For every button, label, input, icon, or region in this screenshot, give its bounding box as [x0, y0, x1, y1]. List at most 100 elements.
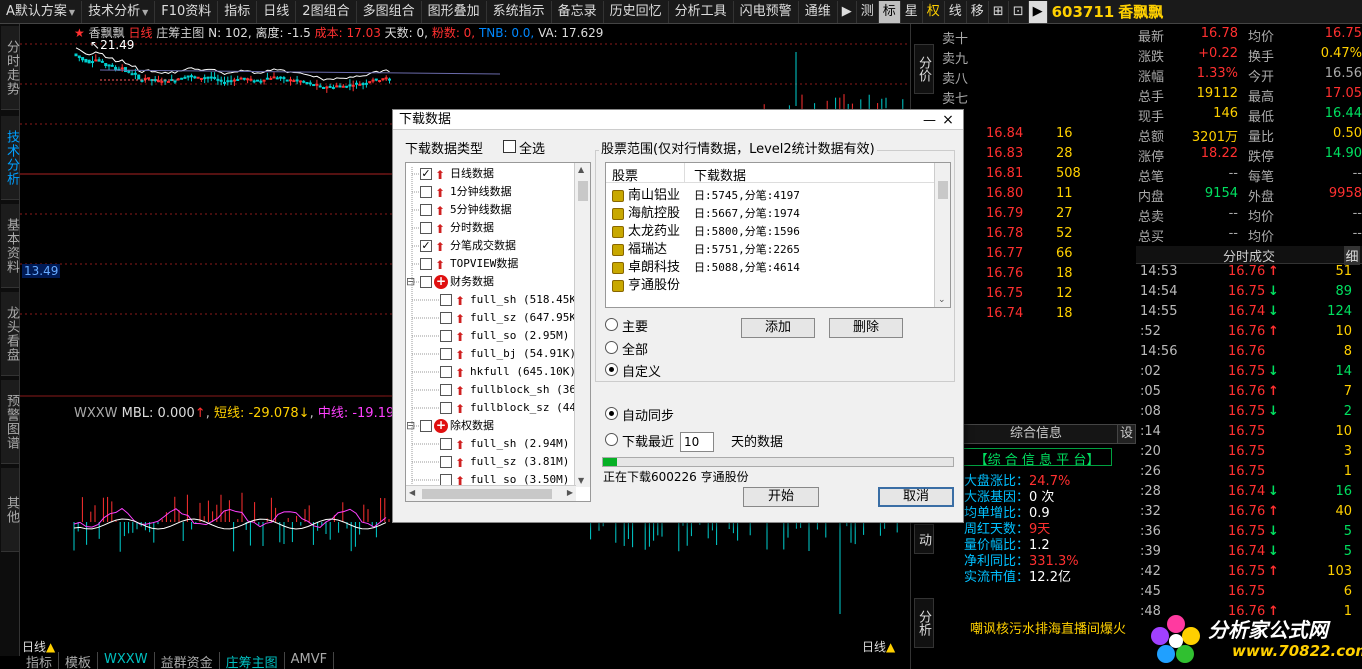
stock-list-row[interactable]: 南山铝业 日:5745,分笔:4197 [606, 187, 936, 205]
tree-hscroll-thumb[interactable] [422, 489, 552, 499]
stock-list-row[interactable]: 亨通股份 [606, 277, 936, 295]
bottom-tab-3[interactable]: 益群资金 [155, 652, 220, 669]
tree-node[interactable]: ⬆ fullblock_sh (36 [406, 381, 576, 399]
mode-button-0[interactable]: 测 [857, 0, 879, 23]
tree-node[interactable]: ⬆ 分时数据 [406, 219, 576, 237]
orderbook-row[interactable]: 16.77 66 [936, 246, 1136, 266]
tree-node[interactable]: ⬆ 1分钟线数据 [406, 183, 576, 201]
bottom-tab-1[interactable]: 模板 [59, 652, 99, 669]
data-col-header[interactable]: 下载数据 [694, 165, 746, 184]
toolbar-item-4[interactable]: 日线 [257, 0, 297, 23]
scroll-right-icon[interactable]: ▶ [567, 488, 573, 497]
mode-button-5[interactable]: 移 [967, 0, 989, 23]
radio-major[interactable] [605, 318, 618, 331]
tree-node[interactable]: ⬆ full_bj (54.91K) [406, 345, 576, 363]
minimize-icon[interactable]: — [923, 111, 937, 128]
scroll-down-icon[interactable]: ⌄ [938, 295, 946, 305]
tree-node[interactable]: ✓ ⬆ 日线数据 [406, 165, 576, 183]
scroll-up-icon[interactable]: ▲ [578, 165, 584, 174]
toolbar-item-6[interactable]: 多图组合 [357, 0, 422, 23]
tree-checkbox[interactable] [420, 276, 432, 288]
toolbar-item-7[interactable]: 图形叠加 [422, 0, 487, 23]
tree-checkbox[interactable] [420, 186, 432, 198]
axis-tab-analysis[interactable]: 分析 [914, 598, 934, 648]
tree-node[interactable]: ⬆ full_sz (647.95K) [406, 309, 583, 327]
tree-node[interactable]: ⊟ + 除权数据 [406, 417, 576, 435]
tree-scroll-thumb[interactable] [578, 181, 588, 201]
tree-checkbox[interactable] [440, 348, 452, 360]
left-tab-4[interactable]: 预警图谱 [1, 380, 19, 464]
left-tab-2[interactable]: 基本资料 [1, 204, 19, 288]
orderbook-row[interactable]: 16.84 16 [936, 126, 1136, 146]
tree-node[interactable]: ⬆ full_sh (2.94M) [406, 435, 576, 453]
tree-horizontal-scrollbar[interactable]: ◀ ▶ [406, 485, 576, 501]
orderbook-row[interactable]: 16.78 52 [936, 226, 1136, 246]
left-tab-1[interactable]: 技术分析 [1, 116, 19, 200]
tree-checkbox[interactable] [440, 384, 452, 396]
orderbook-row[interactable]: 16.83 28 [936, 146, 1136, 166]
bottom-tab-5[interactable]: AMVF [285, 652, 335, 669]
close-icon[interactable]: × [941, 110, 955, 128]
orderbook-row[interactable]: 16.75 12 [936, 286, 1136, 306]
collapse-icon[interactable]: ⊟ [406, 273, 415, 291]
cancel-button[interactable]: 取消 [878, 487, 954, 507]
tree-checkbox[interactable] [440, 312, 452, 324]
toolbar-item-10[interactable]: 历史回忆 [604, 0, 669, 23]
tree-checkbox[interactable] [440, 438, 452, 450]
toolbar-item-0[interactable]: A默认方案 ▼ [0, 0, 83, 23]
orderbook-row[interactable]: 16.80 11 [936, 186, 1136, 206]
toolbar-item-12[interactable]: 闪电预警 [734, 0, 799, 23]
tree-checkbox[interactable] [420, 222, 432, 234]
tree-node[interactable]: ⬆ full_sh (518.45K) [406, 291, 583, 309]
mode-button-4[interactable]: 线 [945, 0, 967, 23]
radio-custom[interactable] [605, 363, 618, 376]
add-button[interactable]: 添加 [741, 318, 815, 338]
layout-icon[interactable]: ⊡ [1009, 0, 1029, 23]
info-settings-button[interactable]: 设 [1117, 425, 1135, 443]
scroll-down-icon[interactable]: ▼ [578, 476, 584, 485]
stock-col-header[interactable]: 股票 [612, 165, 638, 184]
left-tab-5[interactable]: 其他 [1, 468, 19, 552]
orderbook-row[interactable]: 16.81 508 [936, 166, 1136, 186]
axis-tab-move[interactable]: 动 [914, 524, 934, 554]
detail-button[interactable]: 细 [1344, 246, 1360, 265]
toolbar-item-8[interactable]: 系统指示 [487, 0, 552, 23]
collapse-icon[interactable]: ⊟ [406, 417, 415, 435]
delete-button[interactable]: 删除 [829, 318, 903, 338]
window-icon[interactable]: ⊞ [989, 0, 1009, 23]
tree-node[interactable]: ⬆ hkfull (645.10K) [406, 363, 576, 381]
stock-list-scrollbar[interactable]: ⌄ [934, 163, 950, 307]
stock-list-row[interactable]: 卓朗科技 日:5088,分笔:4614 [606, 259, 936, 277]
stock-list-scroll-thumb[interactable] [938, 181, 948, 199]
scroll-left-icon[interactable]: ◀ [409, 488, 415, 497]
tree-vertical-scrollbar[interactable]: ▲ ▼ [574, 163, 590, 487]
tree-checkbox[interactable] [440, 456, 452, 468]
select-all-checkbox[interactable] [503, 140, 516, 153]
radio-auto-sync[interactable] [605, 407, 618, 420]
tree-checkbox[interactable] [420, 204, 432, 216]
mode-button-3[interactable]: 权 [923, 0, 945, 23]
tree-node[interactable]: ⬆ full_sz (3.81M) [406, 453, 576, 471]
stock-list-row[interactable]: 海航控股 日:5667,分笔:1974 [606, 205, 936, 223]
tree-checkbox[interactable] [420, 420, 432, 432]
toolbar-item-2[interactable]: F10资料 [155, 0, 219, 23]
tree-node[interactable]: ⊟ + 财务数据 [406, 273, 576, 291]
toolbar-item-11[interactable]: 分析工具 [669, 0, 734, 23]
tree-checkbox[interactable]: ✓ [420, 240, 432, 252]
bottom-tab-4[interactable]: 庄筹主图 [220, 652, 285, 669]
tree-checkbox[interactable]: ✓ [420, 168, 432, 180]
tree-node[interactable]: ⬆ fullblock_sz (44 [406, 399, 576, 417]
period-label-right[interactable]: 日线▲ [862, 638, 895, 655]
toolbar-more-icon[interactable]: ▶ [838, 0, 857, 23]
tree-checkbox[interactable] [440, 402, 452, 414]
orderbook-row[interactable]: 16.79 27 [936, 206, 1136, 226]
toolbar-item-5[interactable]: 2图组合 [296, 0, 357, 23]
tree-node[interactable]: ⬆ full_so (2.95M) [406, 327, 576, 345]
tree-node[interactable]: ⬆ TOPVIEW数据 [406, 255, 576, 273]
next-icon[interactable]: ▶ [1028, 0, 1048, 23]
bottom-tab-0[interactable]: 指标 [20, 652, 60, 669]
toolbar-item-13[interactable]: 通维 [799, 0, 838, 23]
bottom-tab-2[interactable]: WXXW [98, 652, 155, 669]
recent-days-input[interactable]: 10 [680, 432, 714, 452]
toolbar-item-3[interactable]: 指标 [218, 0, 258, 23]
